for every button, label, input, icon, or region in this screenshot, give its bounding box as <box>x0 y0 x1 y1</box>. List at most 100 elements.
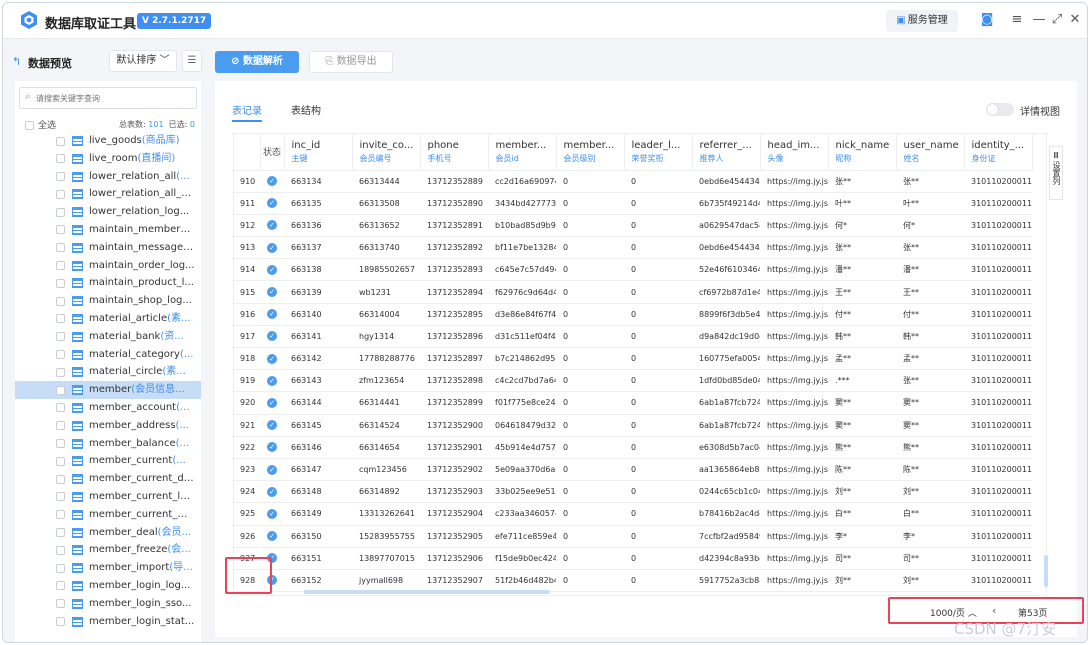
table-cell[interactable]: 3101102000111 <box>964 170 1032 193</box>
table-cell[interactable]: 付** <box>828 303 896 326</box>
table-cell[interactable]: https://img.jy.jsh <box>760 236 828 260</box>
table-cell[interactable]: bf11e7be13284C <box>488 236 556 260</box>
table-cell[interactable]: 孟** <box>896 347 964 371</box>
table-checkbox[interactable] <box>56 189 65 199</box>
table-list-item[interactable]: maintain_message_... <box>15 239 201 257</box>
table-checkbox[interactable] <box>56 403 65 413</box>
table-cell[interactable]: jyymall698 <box>352 569 420 593</box>
table-cell[interactable]: 66314892 <box>352 480 420 504</box>
table-cell[interactable]: 3101102000111 <box>964 280 1032 304</box>
table-cell[interactable]: 王** <box>828 280 896 304</box>
table-cell[interactable]: d9a842dc19d049 <box>692 325 760 349</box>
table-cell[interactable]: 0 <box>624 170 692 193</box>
table-list-item[interactable]: member_login_stat... <box>15 613 201 631</box>
table-cell[interactable]: https://img.jy.jsh <box>760 502 828 526</box>
table-cell[interactable]: 13897707015 <box>352 547 420 570</box>
table-cell[interactable]: https://img.jy.jsh <box>760 436 828 459</box>
table-checkbox[interactable] <box>56 314 65 324</box>
table-checkbox[interactable] <box>56 367 65 377</box>
table-cell[interactable]: 13712352903 <box>420 480 488 504</box>
table-checkbox[interactable] <box>56 136 65 146</box>
table-cell[interactable]: 熊** <box>828 436 896 459</box>
table-cell[interactable]: 0 <box>624 569 692 593</box>
table-cell[interactable]: 司** <box>828 547 896 570</box>
table-checkbox[interactable] <box>56 243 65 253</box>
table-cell[interactable]: b78416b2ac4d4 <box>692 502 760 526</box>
table-cell[interactable]: 孟** <box>828 347 896 371</box>
table-cell[interactable]: 刘** <box>896 569 964 593</box>
table-checkbox[interactable] <box>56 456 65 466</box>
table-cell[interactable]: 18985502657 <box>352 258 420 282</box>
table-cell[interactable]: 0 <box>624 258 692 282</box>
table-cell[interactable]: 韩** <box>828 325 896 349</box>
table-cell[interactable]: 司** <box>896 547 964 570</box>
table-cell[interactable]: 66314441 <box>352 391 420 415</box>
table-cell[interactable]: 0 <box>624 458 692 482</box>
table-cell[interactable]: 0 <box>624 547 692 570</box>
table-cell[interactable]: 张** <box>828 236 896 260</box>
table-row[interactable]: 919 ✓ 663143 zfm123654 13712352898 c4c2cd7bd7… <box>234 369 1032 393</box>
table-row[interactable]: 923 ✓ 663147 cqm123456 13712352902 5e09aa370d… <box>234 458 1032 482</box>
table-cell[interactable]: 3101102000111 <box>964 236 1032 260</box>
table-cell[interactable]: 1dfd0bd85de042 <box>692 369 760 393</box>
table-cell[interactable]: 5e09aa370d6a4 <box>488 458 556 482</box>
table-cell[interactable]: 白** <box>828 502 896 526</box>
table-cell[interactable]: cf6972b87d1e4a <box>692 280 760 304</box>
table-cell[interactable]: 3101102000111 <box>964 347 1032 371</box>
table-cell[interactable]: 0 <box>556 325 624 349</box>
table-checkbox[interactable] <box>56 385 65 395</box>
table-cell[interactable]: 潘** <box>828 258 896 282</box>
table-cell[interactable]: https://img.jy.jsh <box>760 192 828 215</box>
column-settings-button[interactable]: Ⅲ 设置列 <box>1049 146 1063 200</box>
table-checkbox[interactable] <box>56 172 65 182</box>
table-cell[interactable]: 66314524 <box>352 414 420 437</box>
table-cell[interactable]: 663145 <box>284 414 352 437</box>
table-cell[interactable]: 13712352899 <box>420 391 488 415</box>
table-cell[interactable]: 0 <box>556 480 624 504</box>
table-list-item[interactable]: maintain_order_log... <box>15 257 201 275</box>
table-cell[interactable]: 5917752a3cb846 <box>692 569 760 593</box>
column-header[interactable]: identity_... 身份证 <box>964 134 1033 171</box>
table-cell[interactable]: 王** <box>896 280 964 304</box>
column-header[interactable]: member... 会员id <box>488 134 557 171</box>
table-cell[interactable]: 6ab1a87fcb7244 <box>692 414 760 437</box>
table-cell[interactable]: https://img.jy.jsh <box>760 347 828 371</box>
table-cell[interactable]: zfm123654 <box>352 369 420 393</box>
table-cell[interactable]: 663146 <box>284 436 352 459</box>
table-cell[interactable]: https://img.jy.jsh <box>760 214 828 238</box>
table-cell[interactable]: 0 <box>556 391 624 415</box>
table-row[interactable]: 927 ✓ 663151 13897707015 13712352906 f15de9b0… <box>234 547 1032 570</box>
table-cell[interactable]: 13712352901 <box>420 436 488 459</box>
table-cell[interactable]: 0 <box>624 325 692 349</box>
table-cell[interactable]: 3101102000111 <box>964 436 1032 459</box>
table-cell[interactable]: 张** <box>896 236 964 260</box>
table-row[interactable]: 920 ✓ 663144 66314441 13712352899 f01f775e8ce… <box>234 391 1032 415</box>
table-checkbox[interactable] <box>56 545 65 555</box>
select-all-checkbox[interactable] <box>25 121 34 130</box>
maximize-icon[interactable]: ⤢ <box>1049 12 1065 27</box>
table-cell[interactable]: 潘** <box>896 258 964 282</box>
table-cell[interactable]: 0 <box>556 502 624 526</box>
table-cell[interactable]: 3101102000111 <box>964 303 1032 326</box>
table-list-item[interactable]: member_current_m... <box>15 506 201 524</box>
table-cell[interactable]: 663150 <box>284 525 352 548</box>
table-cell[interactable]: https://img.jy.jsh <box>760 569 828 593</box>
table-cell[interactable]: 663144 <box>284 391 352 415</box>
table-cell[interactable]: 663134 <box>284 170 352 193</box>
table-cell[interactable]: 0 <box>624 525 692 548</box>
table-cell[interactable]: 白** <box>896 502 964 526</box>
table-checkbox[interactable] <box>56 617 65 627</box>
table-cell[interactable]: 663136 <box>284 214 352 238</box>
table-cell[interactable]: 663137 <box>284 236 352 260</box>
table-cell[interactable]: 52e46f6103464c <box>692 258 760 282</box>
table-cell[interactable]: cc2d16a6909745 <box>488 170 556 193</box>
column-header[interactable]: referrer_... 推荐人 <box>692 134 761 171</box>
table-cell[interactable]: a0629547dac547 <box>692 214 760 238</box>
table-cell[interactable]: 0 <box>556 347 624 371</box>
table-cell[interactable]: https://img.jy.jsh <box>760 258 828 282</box>
table-checkbox[interactable] <box>56 421 65 431</box>
sort-dropdown[interactable]: 默认排序 ﹀ <box>109 50 177 72</box>
column-header[interactable]: inc_id 主键 <box>284 134 353 171</box>
table-cell[interactable]: 13712352896 <box>420 325 488 349</box>
table-cell[interactable]: 3101102000111 <box>964 192 1032 215</box>
